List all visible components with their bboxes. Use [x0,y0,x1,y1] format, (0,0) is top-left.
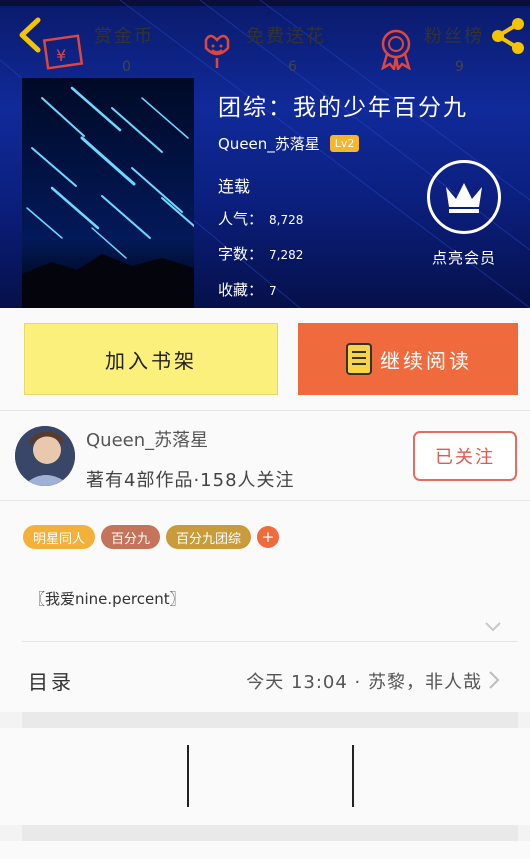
reward-coins-button[interactable]: ¥ 赏金币 0 [42,14,182,84]
author-meta: 著有4部作品·158人关注 [86,470,295,491]
continue-reading-label: 继续阅读 [380,348,472,373]
author-photo [15,426,75,486]
red-envelope-icon: ¥ [42,34,84,70]
serial-status: 连载 [218,177,251,196]
divider [0,500,530,501]
book-icon [346,343,372,375]
send-flowers-count: 6 [288,59,297,75]
svg-text:¥: ¥ [56,46,66,65]
word-count-value: 7,282 [269,248,304,262]
continue-reading-button[interactable]: 继续阅读 [298,323,518,395]
word-count-label: 字数： [218,245,264,263]
book-cover[interactable] [22,78,194,308]
toc-label: 目录 [28,670,74,694]
favorites-value: 7 [269,284,277,298]
chevron-right-icon [489,671,500,689]
word-count-stat: 字数： 7,282 [218,243,303,264]
crown-icon [427,160,501,234]
action-bar [0,728,530,825]
fan-ranking-count: 9 [455,59,464,75]
follow-button[interactable]: 已关注 [413,431,517,481]
fan-ranking-label: 粉丝榜 [424,26,484,47]
fan-ranking-button[interactable]: 粉丝榜 9 [378,14,518,84]
medal-icon [381,29,411,70]
vip-label: 点亮会员 [431,249,496,267]
book-title: 团综：我的少年百分九 [218,95,468,121]
add-tag-button[interactable]: + [257,526,280,548]
send-flowers-label: 免费送花 [246,26,326,47]
flower-icon [204,34,230,68]
add-to-shelf-button[interactable]: 加入书架 [24,323,278,395]
favorites-stat: 收藏： 7 [218,279,277,300]
popularity-stat: 人气： 8,728 [218,208,303,229]
divider [352,745,354,807]
section-gap [22,712,518,728]
tag-chip[interactable]: 百分九 [101,525,161,549]
divider [0,410,530,411]
avatar[interactable] [15,426,75,486]
vip-button[interactable]: 点亮会员 [424,160,504,275]
reward-coins-label: 赏金币 [94,26,154,47]
expand-description-button[interactable] [484,618,502,637]
author-name[interactable]: Queen_苏落星 [86,426,208,452]
level-badge: Lv2 [329,135,360,152]
send-flowers-button[interactable]: 免费送花 6 [200,14,350,84]
tag-chip[interactable]: 百分九团综 [166,525,252,549]
reward-coins-count: 0 [122,59,131,75]
chevron-down-icon [485,622,501,632]
divider [187,745,189,807]
bottom-area [0,841,530,859]
table-of-contents-row[interactable]: 目录 今天 13:04 · 苏黎，非人哉 [0,656,530,702]
divider [22,641,518,642]
popularity-value: 8,728 [269,213,304,227]
book-description: 〖我爱nine.percent〗 [30,590,185,608]
book-author-name[interactable]: Queen_苏落星 [218,133,320,154]
tag-chip[interactable]: 明星同人 [23,525,96,549]
tag-list: 明星同人 百分九 百分九团综 + [23,525,280,549]
popularity-label: 人气： [218,210,264,228]
meteor-shower-image [22,78,194,308]
book-author-row: Queen_苏落星 Lv2 [218,133,360,154]
section-gap [22,825,518,841]
latest-chapter: 今天 13:04 · 苏黎，非人哉 [246,672,482,693]
favorites-label: 收藏： [218,281,264,299]
